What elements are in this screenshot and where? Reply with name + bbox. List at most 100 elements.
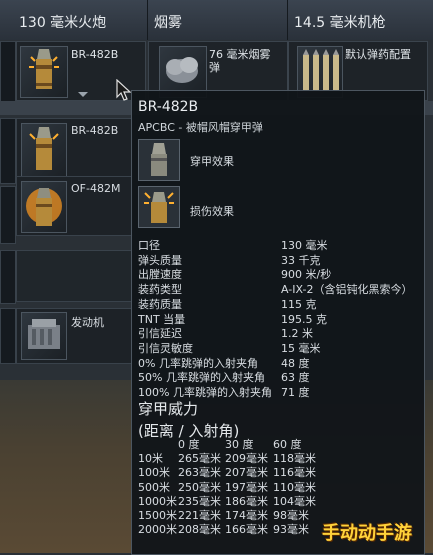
prop-value: 1.2 米 — [281, 327, 313, 341]
prop-value: 48 度 — [281, 356, 310, 370]
pen-cell: 1000米 — [138, 494, 177, 508]
prop-row: 引信灵敏度 15 毫米 — [138, 342, 418, 357]
pen-cell: 500米 — [138, 480, 170, 494]
prop-value: 195.5 克 — [281, 312, 327, 326]
mouse-cursor-icon — [116, 79, 132, 101]
pen-header-cell: 0 度 — [178, 438, 200, 451]
header-label: 烟雾 — [154, 15, 182, 31]
pen-cell: 93毫米 — [273, 523, 309, 537]
prop-row: 装药质量 115 克 — [138, 298, 418, 313]
prop-row: 出膛速度 900 米/秒 — [138, 268, 418, 283]
ammo-tooltip: BR-482B APCBC - 被帽风帽穿甲弹 穿甲效果 损伤效果 口径 130 … — [131, 90, 425, 555]
penetration-table: 0 度 30 度 60 度 10米 265毫米 209毫米 118毫米 100米… — [138, 438, 321, 537]
header-label: 130 毫米火炮 — [19, 15, 107, 31]
prop-row: 弹头质量 33 千克 — [138, 254, 418, 269]
pen-header-cell: 30 度 — [225, 438, 254, 451]
pen-cell: 174毫米 — [225, 509, 268, 523]
side-tab[interactable] — [0, 308, 16, 364]
pen-cell: 207毫米 — [225, 466, 268, 480]
prop-value: 130 毫米 — [281, 239, 328, 252]
effect-label: 损伤效果 — [190, 205, 234, 218]
pen-header-cell: 60 度 — [273, 438, 302, 451]
prop-key: 口径 — [138, 239, 160, 252]
prop-key: 出膛速度 — [138, 268, 182, 282]
pen-cell: 166毫米 — [225, 523, 268, 537]
prop-row: 引信延迟 1.2 米 — [138, 327, 418, 342]
prop-key: 装药类型 — [138, 283, 182, 297]
collapse-chevron-icon[interactable] — [78, 92, 88, 97]
pen-cell: 208毫米 — [178, 523, 221, 537]
pen-cell: 250毫米 — [178, 480, 221, 494]
prop-key: 引信延迟 — [138, 327, 182, 341]
prop-value: 900 米/秒 — [281, 268, 332, 282]
side-tab[interactable] — [0, 186, 16, 244]
slot-label: 默认弹药配置 — [345, 48, 411, 61]
pen-cell: 186毫米 — [225, 494, 268, 508]
watermark-logo: 手动动手游 — [322, 523, 412, 544]
he-shell-icon — [21, 181, 67, 233]
slot-label: 76 毫米烟雾弹 — [209, 48, 271, 74]
pen-cell: 10米 — [138, 452, 163, 466]
pen-cell: 263毫米 — [178, 466, 221, 480]
pen-cell: 197毫米 — [225, 480, 268, 494]
header-label: 14.5 毫米机枪 — [294, 15, 386, 31]
engine-icon — [21, 312, 67, 360]
prop-key: TNT 当量 — [138, 312, 186, 326]
pen-cell: 235毫米 — [178, 494, 221, 508]
prop-value: 115 克 — [281, 297, 317, 311]
prop-key: 引信灵敏度 — [138, 341, 193, 355]
penetration-title: 穿甲威力 — [138, 400, 199, 418]
prop-key: 50% 几率跳弹的入射夹角 — [138, 371, 265, 385]
penetration-header-row: 0 度 30 度 60 度 — [138, 438, 321, 452]
prop-value: 63 度 — [281, 371, 310, 385]
prop-key: 弹头质量 — [138, 253, 182, 267]
header-130mm-cannon[interactable]: 130 毫米火炮 — [0, 0, 148, 40]
prop-value: A-IX-2（含铝钝化黑索今） — [281, 283, 413, 297]
penetration-row: 1000米 235毫米 186毫米 104毫米 — [138, 495, 321, 509]
penetration-effect-icon — [138, 139, 180, 181]
module-slot-engine[interactable]: 发动机 — [16, 308, 133, 364]
pen-cell: 209毫米 — [225, 452, 268, 466]
slot-label: OF-482M — [71, 182, 121, 195]
ammo-slot-of482m[interactable]: OF-482M — [16, 176, 133, 236]
empty-slot[interactable] — [16, 250, 133, 302]
penetration-row: 10米 265毫米 209毫米 118毫米 — [138, 452, 321, 466]
side-tab[interactable] — [0, 250, 16, 304]
pen-cell: 116毫米 — [273, 466, 316, 480]
side-tab[interactable] — [0, 118, 16, 184]
slot-label: BR-482B — [71, 124, 119, 137]
pen-cell: 98毫米 — [273, 509, 309, 523]
damage-effect-icon — [138, 186, 180, 228]
shell-icon — [21, 123, 67, 179]
tooltip-subtitle: APCBC - 被帽风帽穿甲弹 — [138, 121, 263, 134]
pen-cell: 1500米 — [138, 509, 177, 523]
shell-icon — [20, 46, 68, 98]
prop-value: 33 千克 — [281, 253, 321, 267]
slot-label: 发动机 — [71, 316, 104, 329]
header-14-5mm-mg[interactable]: 14.5 毫米机枪 — [288, 0, 433, 40]
pen-cell: 221毫米 — [178, 509, 221, 523]
effect-label: 穿甲效果 — [190, 155, 234, 168]
penetration-row: 100米 263毫米 207毫米 116毫米 — [138, 466, 321, 480]
prop-value: 71 度 — [281, 386, 310, 400]
prop-row: TNT 当量 195.5 克 — [138, 313, 418, 328]
prop-row: 装药类型 A-IX-2（含铝钝化黑索今） — [138, 283, 418, 298]
prop-row: 口径 130 毫米 — [138, 239, 418, 254]
ammo-properties: 口径 130 毫米 弹头质量 33 千克 出膛速度 900 米/秒 装药类型 A-IX-… — [138, 239, 418, 401]
prop-row: 50% 几率跳弹的入射夹角 63 度 — [138, 371, 418, 386]
pen-cell: 110毫米 — [273, 480, 316, 494]
pen-cell: 104毫米 — [273, 494, 316, 508]
pen-cell: 265毫米 — [178, 452, 221, 466]
penetration-row: 2000米 208毫米 166毫米 93毫米 — [138, 523, 321, 537]
pen-header-cell — [138, 438, 178, 452]
prop-key: 装药质量 — [138, 297, 182, 311]
side-tab[interactable] — [0, 41, 16, 103]
pen-cell: 2000米 — [138, 523, 177, 537]
pen-cell: 118毫米 — [273, 452, 316, 466]
tooltip-title: BR-482B — [138, 99, 199, 115]
pen-cell: 100米 — [138, 466, 170, 480]
header-smoke[interactable]: 烟雾 — [148, 0, 288, 40]
penetration-row: 500米 250毫米 197毫米 110毫米 — [138, 481, 321, 495]
ammo-slot-br482b-row[interactable]: BR-482B — [16, 118, 133, 184]
prop-value: 15 毫米 — [281, 341, 321, 355]
